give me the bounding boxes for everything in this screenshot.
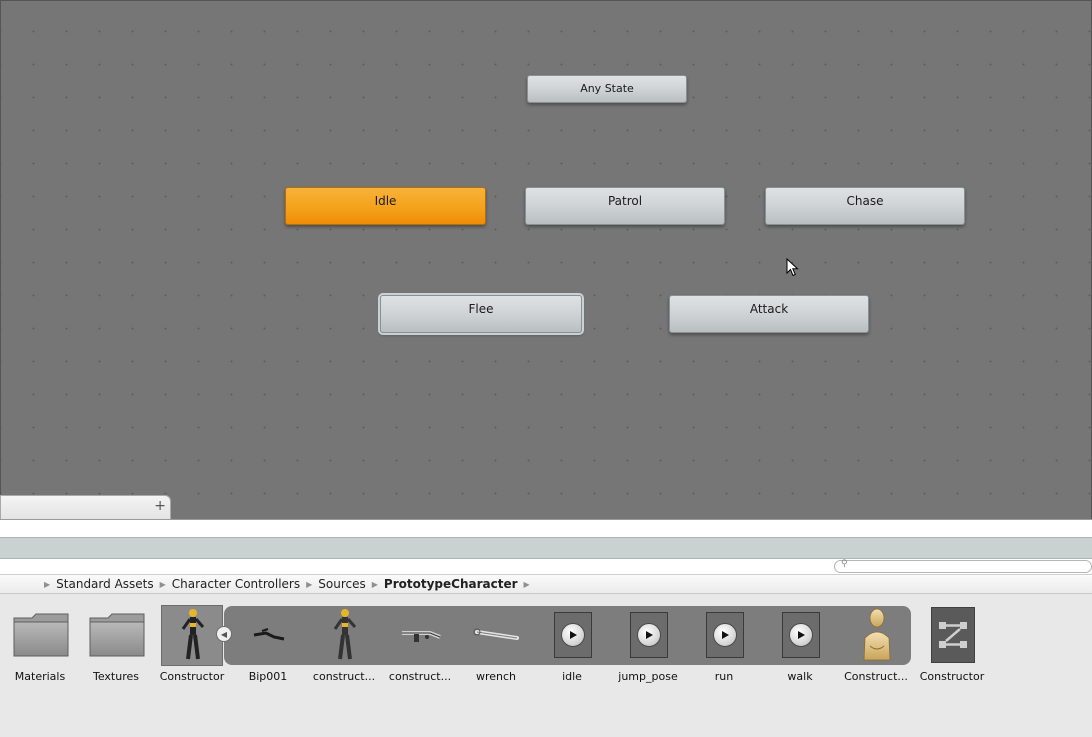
asset-grid: ◀ Materials Textures Constructor Bip001 …	[0, 594, 1092, 737]
folder-icon	[89, 613, 145, 657]
asset-label: idle	[562, 670, 582, 683]
wrench-mesh-icon	[473, 628, 519, 640]
asset-construct-mesh[interactable]: construct...	[309, 594, 379, 686]
state-flee[interactable]: Flee	[378, 293, 584, 335]
breadcrumb-item-standard-assets[interactable]: Standard Assets	[56, 577, 153, 591]
asset-label: wrench	[475, 670, 517, 683]
folder-icon	[13, 613, 69, 657]
breadcrumb-separator-icon: ▶	[159, 579, 166, 589]
asset-label: walk	[787, 670, 813, 683]
animator-graph[interactable]: Any State Idle Patrol Chase Flee Attack	[0, 0, 1092, 519]
asset-label: jump_pose	[618, 670, 678, 683]
asset-animator-controller[interactable]: Constructor	[917, 594, 987, 686]
state-idle[interactable]: Idle	[285, 187, 486, 225]
project-toolbar	[0, 537, 1092, 559]
asset-avatar[interactable]: Construct...	[841, 594, 911, 686]
asset-clip-idle[interactable]: idle	[537, 594, 607, 686]
panel-divider	[0, 519, 1092, 537]
asset-label: Constructor	[159, 670, 225, 683]
state-patrol[interactable]: Patrol	[525, 187, 725, 225]
asset-constructor-prefab[interactable]: Constructor	[157, 594, 227, 686]
collapse-prefab-icon[interactable]: ◀	[216, 626, 232, 642]
mesh-icon	[402, 631, 441, 642]
state-attack[interactable]: Attack	[669, 295, 869, 333]
asset-label: Constructor	[919, 670, 985, 683]
asset-label: construct...	[388, 670, 452, 683]
animation-clip-icon	[782, 612, 820, 658]
asset-label: Construct...	[844, 670, 908, 683]
breadcrumb: ▶ Standard Assets ▶ Character Controller…	[0, 574, 1092, 594]
asset-label: Materials	[14, 670, 66, 683]
animation-clip-icon	[630, 612, 668, 658]
asset-label: construct...	[312, 670, 376, 683]
asset-bip001[interactable]: Bip001	[233, 594, 303, 686]
asset-label: Textures	[93, 670, 139, 683]
search-input[interactable]: ⚲	[834, 559, 1092, 573]
breadcrumb-separator-icon: ▶	[371, 579, 378, 589]
asset-clip-run[interactable]: run	[689, 594, 759, 686]
mesh-figure-icon	[333, 609, 357, 660]
avatar-icon	[863, 608, 891, 661]
asset-materials[interactable]: Materials	[5, 594, 75, 686]
mesh-icon	[253, 628, 285, 641]
breadcrumb-item-prototypecharacter[interactable]: PrototypeCharacter	[384, 577, 518, 591]
mouse-cursor-icon	[786, 258, 799, 277]
state-chase[interactable]: Chase	[765, 187, 965, 225]
asset-label: run	[714, 670, 734, 683]
animation-clip-icon	[554, 612, 592, 658]
state-any-state[interactable]: Any State	[527, 75, 687, 103]
breadcrumb-item-character-controllers[interactable]: Character Controllers	[172, 577, 300, 591]
breadcrumb-separator-icon: ▶	[523, 579, 530, 589]
asset-construct-weapon[interactable]: construct...	[385, 594, 455, 686]
asset-wrench[interactable]: wrench	[461, 594, 531, 686]
asset-textures[interactable]: Textures	[81, 594, 151, 686]
search-icon: ⚲	[841, 559, 848, 569]
search-row: ⚲	[0, 559, 1092, 574]
animation-clip-icon	[706, 612, 744, 658]
model-prefab-icon	[181, 609, 205, 660]
animator-controller-icon	[931, 607, 975, 663]
breadcrumb-item-sources[interactable]: Sources	[318, 577, 365, 591]
add-layer-icon[interactable]: +	[154, 498, 166, 514]
breadcrumb-separator-icon: ▶	[44, 579, 51, 589]
asset-clip-jump-pose[interactable]: jump_pose	[613, 594, 683, 686]
asset-clip-walk[interactable]: walk	[765, 594, 835, 686]
layers-tab[interactable]: +	[0, 495, 171, 519]
asset-label: Bip001	[248, 670, 288, 683]
breadcrumb-separator-icon: ▶	[306, 579, 313, 589]
